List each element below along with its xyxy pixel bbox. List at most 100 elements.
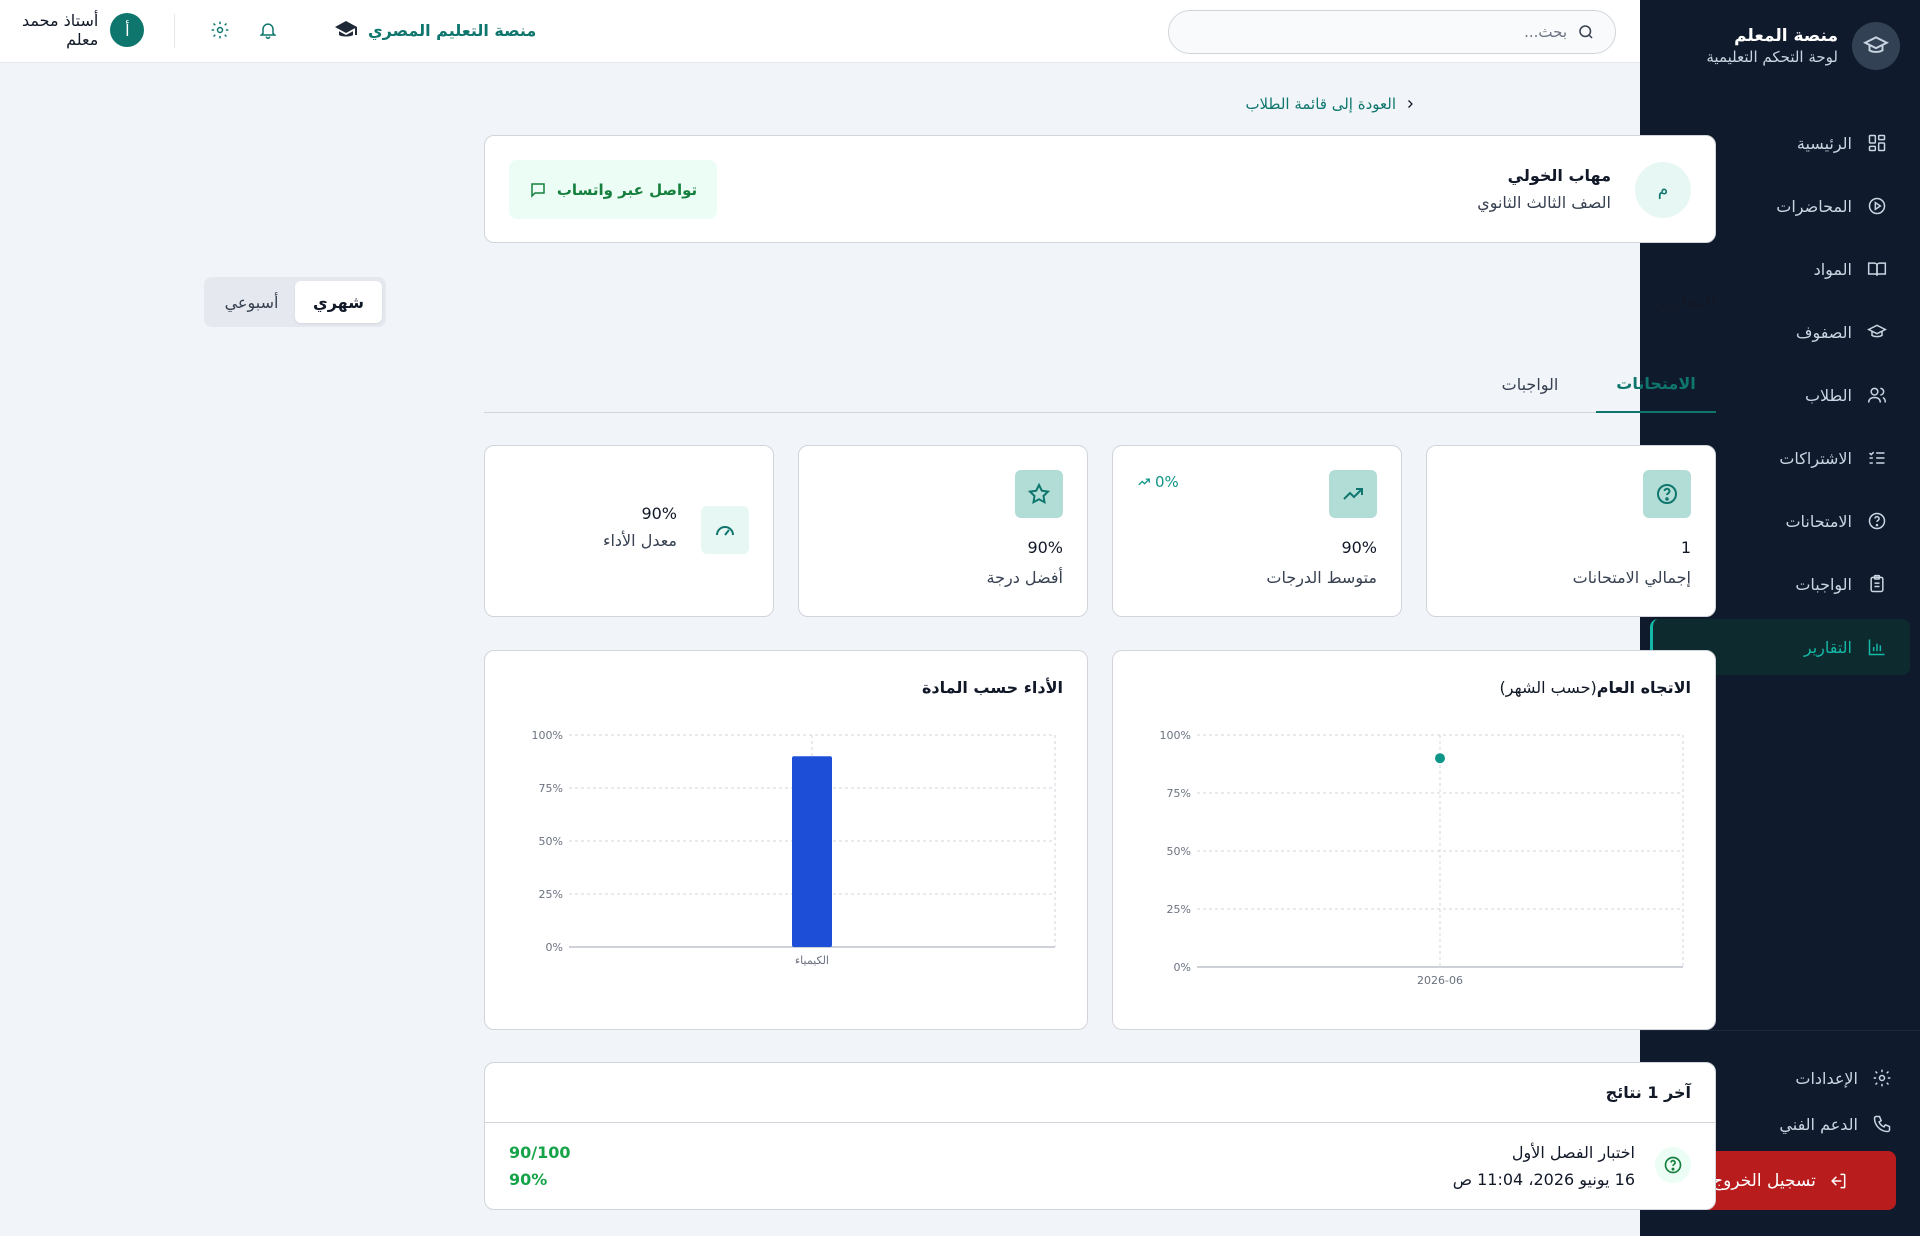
sidebar-item-label: الرئيسية (1796, 133, 1852, 153)
stat-label: إجمالي الامتحانات (1572, 568, 1691, 587)
tab-exams[interactable]: الامتحانات (1596, 355, 1716, 413)
whatsapp-label: تواصل عبر واتساب (556, 180, 698, 199)
y-tick-label: 50% (539, 835, 563, 848)
user-menu[interactable]: أ أستاذ محمد معلم (22, 11, 145, 49)
bell-icon[interactable] (256, 20, 278, 42)
stat-value: 90% (641, 504, 677, 523)
trending-up-icon (1137, 475, 1151, 489)
clipboard-icon (1866, 573, 1888, 595)
users-icon (1866, 384, 1888, 406)
y-tick-label: 50% (1167, 845, 1191, 858)
help-circle-icon (1643, 470, 1691, 518)
avatar: أ (110, 13, 145, 47)
y-tick-label: 75% (539, 782, 563, 795)
bar-chart-icon (1866, 636, 1888, 658)
support-label: الدعم الفني (1779, 1114, 1858, 1134)
whatsapp-button[interactable]: تواصل عبر واتساب (509, 160, 717, 219)
stat-value: 1 (1680, 538, 1691, 557)
sidebar-item-label: الامتحانات (1785, 511, 1852, 531)
chevron-right-icon (1404, 98, 1416, 110)
bar (792, 756, 832, 947)
stat-label: متوسط الدرجات (1266, 568, 1377, 587)
sidebar-item-subjects[interactable]: المواد (1650, 241, 1910, 297)
result-date: 16 يونيو 2026، 11:04 ص (1452, 1170, 1635, 1189)
stat-value: 90% (1027, 538, 1063, 557)
settings-label: الإعدادات (1795, 1068, 1858, 1088)
graduation-cap-icon (1866, 321, 1888, 343)
topbar: منصة التعليم المصري أ أستاذ محمد معلم (0, 0, 1640, 63)
y-tick-label: 75% (1167, 787, 1191, 800)
message-icon (529, 181, 547, 199)
report-tabs: الامتحانات الواجبات (484, 355, 1716, 413)
y-tick-label: 0% (1174, 961, 1191, 974)
play-circle-icon (1866, 195, 1888, 217)
result-exam-name[interactable]: اختبار الفصل الأول (1512, 1143, 1635, 1162)
logout-label: تسجيل الخروج (1712, 1170, 1816, 1191)
gear-icon (1872, 1068, 1892, 1088)
trend-chart: 0% 25% 50% 75% 100% 2026-06 (1160, 729, 1684, 987)
topbar-divider (174, 14, 175, 48)
logout-icon (1828, 1171, 1848, 1191)
back-to-students-link[interactable]: العودة إلى قائمة الطلاب (1245, 95, 1416, 113)
sidebar-item-label: الطلاب (1804, 385, 1852, 405)
brand: منصة المعلم لوحة التحكم التعليمية (1660, 22, 1900, 70)
subject-chart: 0% 25% 50% 75% 100% الكيمياء (532, 729, 1056, 967)
sidebar-item-label: التقارير (1803, 637, 1852, 657)
y-tick-label: 25% (539, 888, 563, 901)
student-name: مهاب الخولي (1507, 166, 1611, 185)
search-icon (1577, 23, 1595, 41)
y-tick-label: 100% (532, 729, 563, 742)
platform-logo[interactable]: منصة التعليم المصري (334, 18, 536, 42)
user-name: أستاذ محمد (22, 11, 99, 30)
x-tick-label: 2026-06 (1417, 974, 1463, 987)
period-weekly[interactable]: أسبوعي (208, 281, 295, 323)
user-role: معلم (66, 30, 99, 49)
student-avatar: م (1635, 162, 1691, 218)
gauge-icon (701, 506, 749, 554)
brand-title: منصة المعلم (1734, 26, 1838, 46)
phone-icon (1872, 1114, 1892, 1134)
search-box (1168, 10, 1616, 54)
help-circle-icon (1866, 510, 1888, 532)
latest-results-card: آخر 1 نتائج اختبار الفصل الأول 16 يونيو … (484, 1062, 1716, 1210)
reports-title: التقارير (1655, 292, 1716, 311)
sidebar-item-classes[interactable]: الصفوف (1650, 304, 1910, 360)
data-point (1435, 753, 1445, 764)
star-icon (1015, 470, 1063, 518)
trend-badge: 0% (1137, 473, 1179, 491)
trend-chart-card: الاتجاه العام(حسب الشهر) 0% 25% 50% 75% 100%… (1112, 650, 1716, 1030)
y-tick-label: 0% (546, 941, 563, 954)
result-score: 90/100 (509, 1143, 571, 1162)
stat-label: معدل الأداء (602, 531, 677, 550)
stat-card-best-score: 90% أفضل درجة (798, 445, 1088, 617)
stat-label: أفضل درجة (986, 568, 1064, 587)
dashboard-icon (1866, 132, 1888, 154)
result-percent: 90% (509, 1170, 548, 1189)
brand-subtitle: لوحة التحكم التعليمية (1706, 48, 1838, 66)
help-circle-icon (1655, 1147, 1691, 1183)
platform-name: منصة التعليم المصري (368, 20, 537, 40)
sidebar-item-label: الصفوف (1795, 322, 1852, 342)
trend-value: 0% (1155, 473, 1179, 491)
graduation-cap-icon (1852, 22, 1900, 70)
sidebar-item-label: الواجبات (1795, 574, 1852, 594)
subject-chart-card: الأداء حسب المادة 0% 25% 50% 75% 100% الكيميا… (484, 650, 1088, 1030)
back-label: العودة إلى قائمة الطلاب (1245, 95, 1396, 113)
x-tick-label: الكيمياء (795, 954, 829, 967)
stat-card-performance: 90% معدل الأداء (484, 445, 774, 617)
list-check-icon (1866, 447, 1888, 469)
stat-card-total-exams: 1 إجمالي الامتحانات (1426, 445, 1716, 617)
y-tick-label: 25% (1167, 903, 1191, 916)
sidebar-item-label: المحاضرات (1776, 196, 1852, 216)
sidebar-item-label: المواد (1813, 259, 1852, 279)
gear-icon[interactable] (208, 20, 230, 42)
student-card: م مهاب الخولي الصف الثالث الثانوي تواصل … (484, 135, 1716, 243)
results-header: آخر 1 نتائج (485, 1063, 1715, 1123)
graduation-cap-icon (334, 18, 358, 42)
trending-up-icon (1329, 470, 1377, 518)
period-monthly[interactable]: شهري (295, 281, 382, 323)
stat-card-avg-score: 0% 90% متوسط الدرجات (1112, 445, 1402, 617)
period-toggle: أسبوعي شهري (204, 277, 386, 327)
tab-homework[interactable]: الواجبات (1470, 355, 1590, 413)
search-input[interactable] (1189, 23, 1567, 41)
